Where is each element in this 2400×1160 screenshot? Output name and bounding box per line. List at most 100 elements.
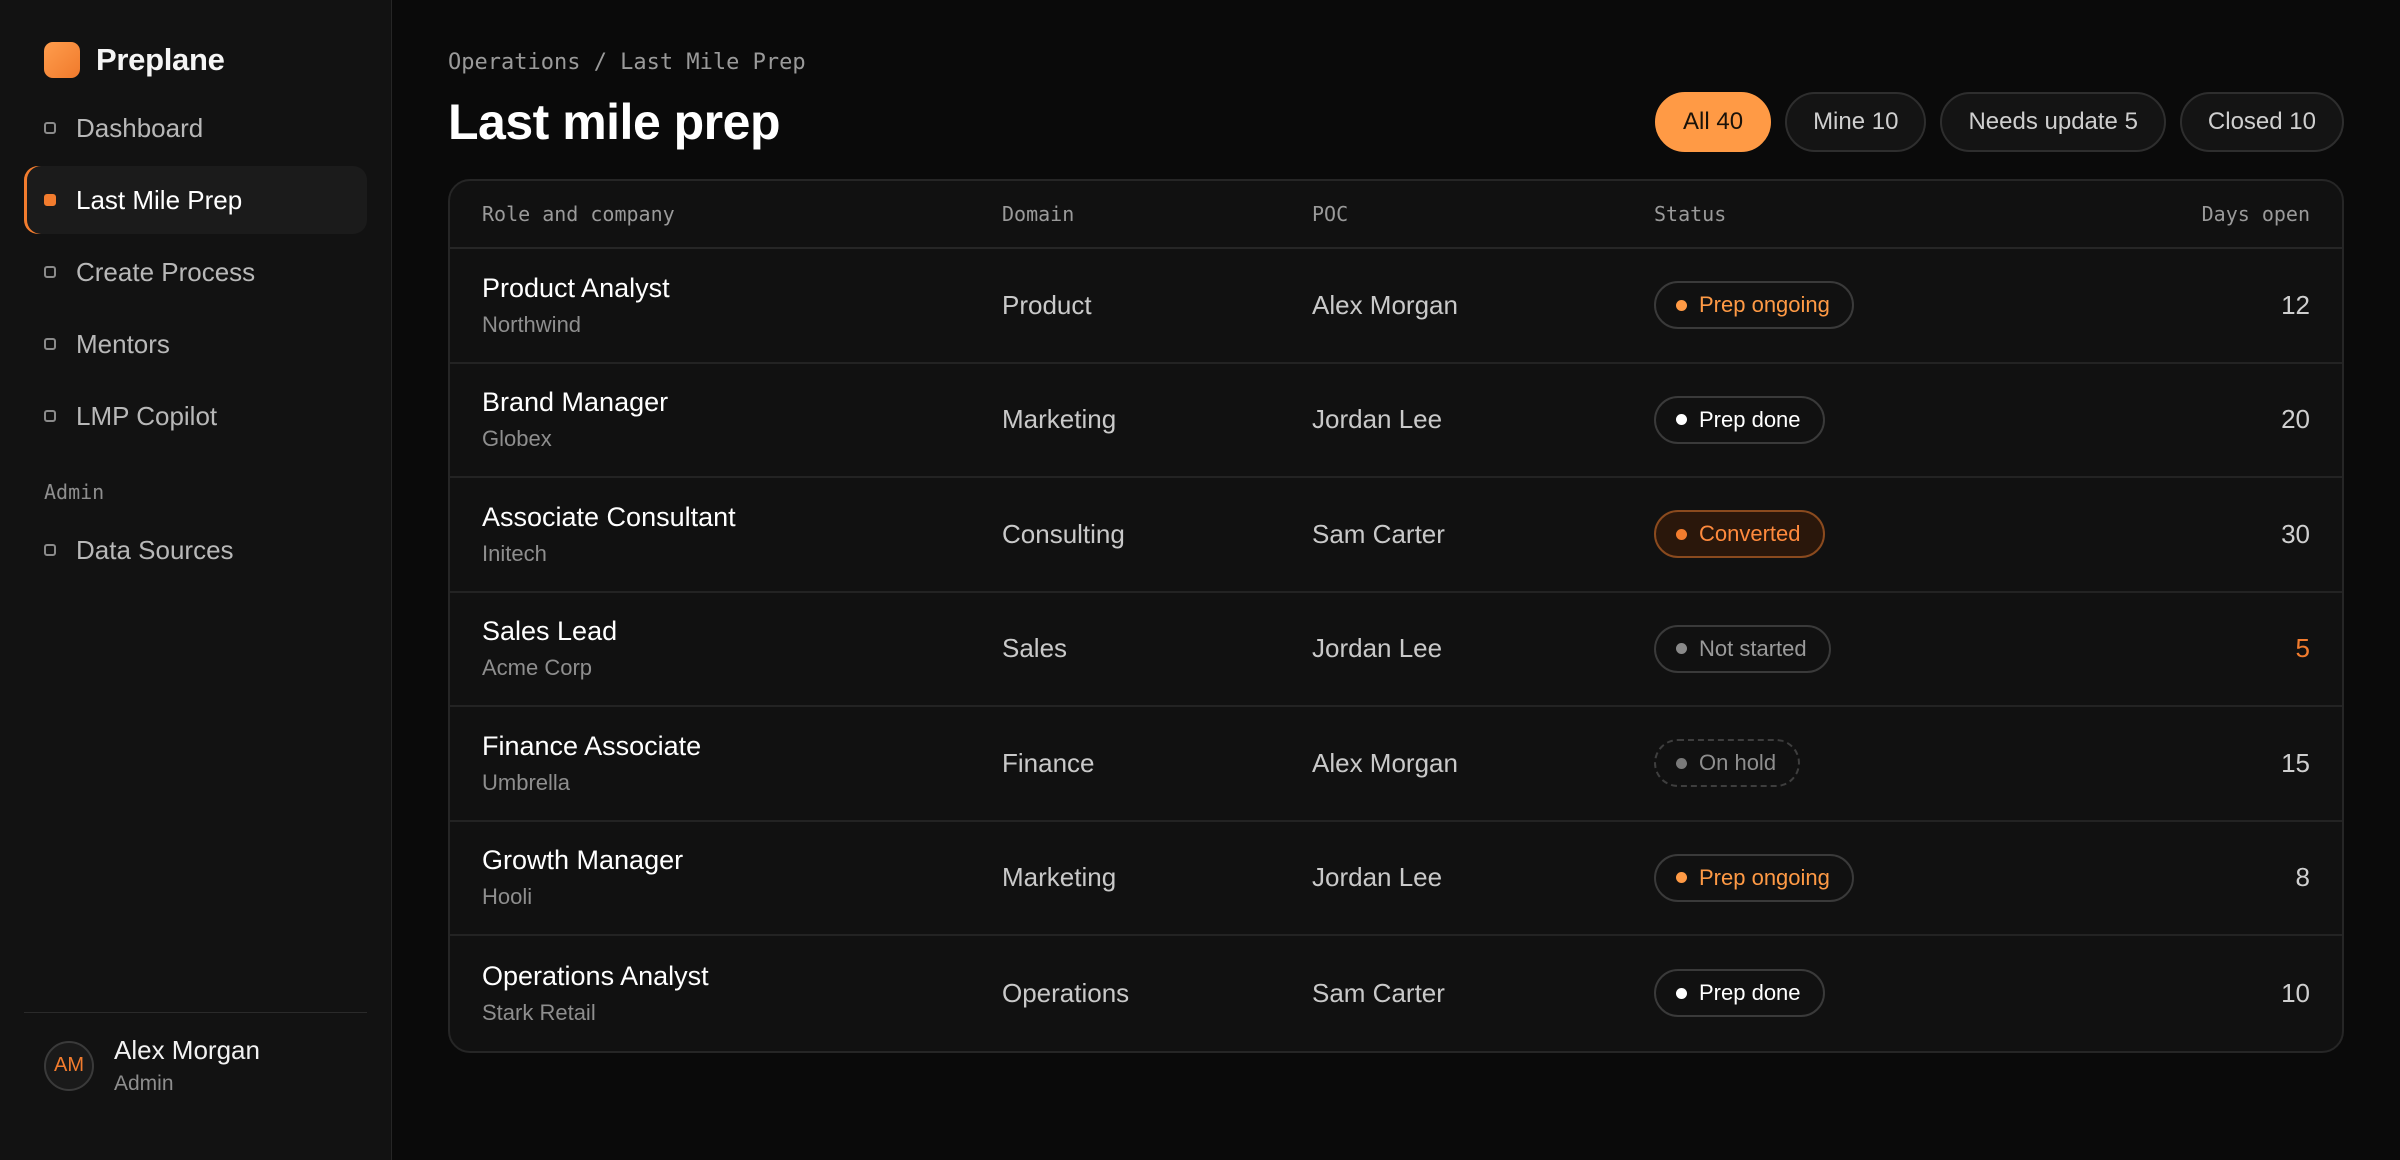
domain-cell: Operations <box>1002 977 1130 1008</box>
status-badge: Converted <box>1654 510 1825 559</box>
status-dot-icon <box>1676 757 1687 769</box>
square-bullet-icon <box>44 410 56 422</box>
column-header-days-open[interactable]: Days open <box>2154 202 2310 226</box>
poc-cell: Jordan Lee <box>1312 633 1443 664</box>
square-bullet-icon <box>44 194 56 206</box>
column-header-role[interactable]: Role and company <box>482 202 1002 226</box>
table-row[interactable]: Brand Manager Globex Marketing Jordan Le… <box>450 364 2342 478</box>
breadcrumb[interactable]: Operations / Last Mile Prep <box>448 50 2344 75</box>
section-label-admin: Admin <box>44 480 105 504</box>
poc-cell: Sam Carter <box>1312 518 1445 549</box>
status-dot-icon <box>1676 299 1687 311</box>
sidebar-item-data-sources[interactable]: Data Sources <box>24 516 367 584</box>
column-header-poc[interactable]: POC <box>1312 202 1654 226</box>
days-open-cell: 30 <box>2281 518 2310 549</box>
square-bullet-icon <box>44 122 56 134</box>
status-cell: Prep ongoing <box>1654 853 2154 902</box>
role-title: Product Analyst <box>482 272 670 303</box>
table-row[interactable]: Product Analyst Northwind Product Alex M… <box>450 249 2342 364</box>
sidebar-item-create-process[interactable]: Create Process <box>24 238 367 306</box>
app: Preplane Dashboard Last Mile Prep Create… <box>0 0 2400 1160</box>
status-dot-icon <box>1676 872 1687 884</box>
brand[interactable]: Preplane <box>24 30 367 90</box>
sidebar-item-last-mile-prep[interactable]: Last Mile Prep <box>24 166 367 234</box>
status-label: On hold <box>1699 750 1777 776</box>
poc-cell: Alex Morgan <box>1312 289 1458 320</box>
role-cell: Product Analyst Northwind <box>482 273 1002 338</box>
status-label: Prep ongoing <box>1699 292 1830 318</box>
filter-chip-needs-update[interactable]: Needs update 5 <box>1940 92 2166 152</box>
company-name: Stark Retail <box>482 999 596 1025</box>
sidebar-item-lmp-copilot[interactable]: LMP Copilot <box>24 382 367 450</box>
table-row[interactable]: Growth Manager Hooli Marketing Jordan Le… <box>450 822 2342 936</box>
prep-table: Role and company Domain POC Status Days … <box>448 179 2344 1053</box>
column-header-domain[interactable]: Domain <box>1002 202 1312 226</box>
status-dot-icon <box>1676 987 1687 999</box>
poc-cell: Jordan Lee <box>1312 862 1443 893</box>
status-cell: Converted <box>1654 510 2154 559</box>
domain-cell: Finance <box>1002 747 1095 778</box>
filter-chip-mine[interactable]: Mine 10 <box>1785 92 1927 152</box>
role-title: Finance Associate <box>482 730 702 761</box>
domain-cell: Marketing <box>1002 862 1117 893</box>
table-row[interactable]: Sales Lead Acme Corp Sales Jordan Lee No… <box>450 593 2342 707</box>
table-row[interactable]: Operations Analyst Stark Retail Operatio… <box>450 936 2342 1051</box>
role-cell: Associate Consultant Initech <box>482 502 1002 567</box>
company-name: Hooli <box>482 884 533 910</box>
main-content: Operations / Last Mile Prep Last mile pr… <box>392 0 2400 1160</box>
sidebar-item-label: Mentors <box>76 328 170 359</box>
sidebar-item-mentors[interactable]: Mentors <box>24 310 367 378</box>
status-badge: On hold <box>1654 739 1801 788</box>
filter-chip-all[interactable]: All 40 <box>1655 92 1772 152</box>
sidebar-nav: Dashboard Last Mile Prep Create Process … <box>24 94 367 450</box>
company-name: Globex <box>482 426 552 452</box>
brand-name: Preplane <box>96 42 225 77</box>
filter-chip-closed[interactable]: Closed 10 <box>2179 92 2344 152</box>
status-badge: Prep done <box>1654 969 1825 1018</box>
days-open-cell: 10 <box>2281 977 2310 1008</box>
status-label: Prep ongoing <box>1699 864 1830 890</box>
status-cell: Not started <box>1654 624 2154 673</box>
user-profile[interactable]: AM Alex Morgan Admin <box>24 1012 367 1096</box>
logo-icon <box>44 42 80 78</box>
sidebar: Preplane Dashboard Last Mile Prep Create… <box>0 0 392 1160</box>
status-cell: On hold <box>1654 739 2154 788</box>
status-badge: Prep ongoing <box>1654 281 1854 330</box>
role-title: Associate Consultant <box>482 501 736 532</box>
role-cell: Operations Analyst Stark Retail <box>482 961 1002 1026</box>
table-row[interactable]: Finance Associate Umbrella Finance Alex … <box>450 707 2342 822</box>
role-cell: Brand Manager Globex <box>482 387 1002 452</box>
table-row[interactable]: Associate Consultant Initech Consulting … <box>450 478 2342 593</box>
title-row: Last mile prep All 40 Mine 10 Needs upda… <box>448 89 2344 155</box>
poc-cell: Sam Carter <box>1312 977 1445 1008</box>
status-cell: Prep ongoing <box>1654 281 2154 330</box>
column-header-status[interactable]: Status <box>1654 202 2154 226</box>
sidebar-item-label: Data Sources <box>76 534 234 565</box>
status-cell: Prep done <box>1654 969 2154 1018</box>
role-title: Brand Manager <box>482 387 669 418</box>
status-label: Prep done <box>1699 980 1801 1006</box>
status-label: Converted <box>1699 521 1801 547</box>
status-label: Not started <box>1699 635 1807 661</box>
sidebar-item-dashboard[interactable]: Dashboard <box>24 94 367 162</box>
table-header: Role and company Domain POC Status Days … <box>450 181 2342 249</box>
company-name: Northwind <box>482 311 582 337</box>
page-title: Last mile prep <box>448 94 781 150</box>
square-bullet-icon <box>44 544 56 556</box>
role-cell: Growth Manager Hooli <box>482 845 1002 910</box>
sidebar-item-label: Dashboard <box>76 112 204 143</box>
days-open-cell: 15 <box>2281 747 2310 778</box>
user-info: Alex Morgan Admin <box>114 1035 260 1096</box>
company-name: Initech <box>482 540 547 566</box>
role-cell: Finance Associate Umbrella <box>482 731 1002 796</box>
status-badge: Prep done <box>1654 395 1825 444</box>
domain-cell: Marketing <box>1002 404 1117 435</box>
role-title: Sales Lead <box>482 616 618 647</box>
sidebar-item-label: Last Mile Prep <box>76 184 243 215</box>
days-open-cell: 20 <box>2281 404 2310 435</box>
filter-chips: All 40 Mine 10 Needs update 5 Closed 10 <box>1641 92 2344 152</box>
status-badge: Not started <box>1654 624 1831 673</box>
company-name: Umbrella <box>482 769 571 795</box>
role-cell: Sales Lead Acme Corp <box>482 616 1002 681</box>
status-badge: Prep ongoing <box>1654 853 1854 902</box>
